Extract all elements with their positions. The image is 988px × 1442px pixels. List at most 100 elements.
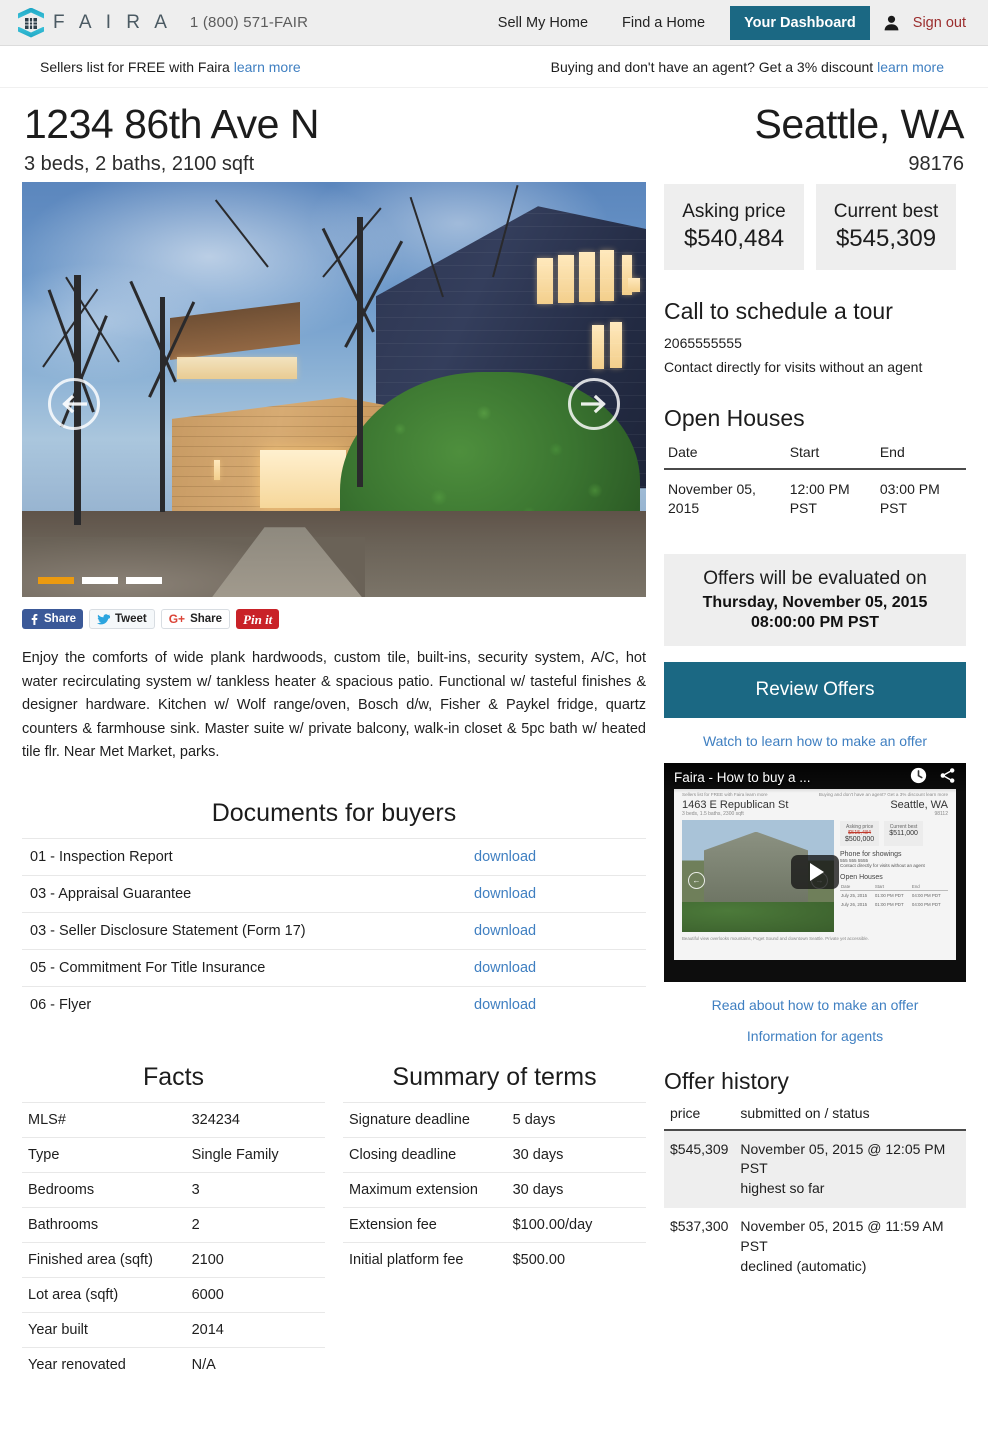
content-columns: Share Tweet G+ Share Pin it Enjoy the co… [0, 182, 988, 1382]
video-play-button[interactable] [791, 855, 839, 890]
video-thumb-zip: 98112 [934, 810, 948, 817]
table-row: 03 - Appraisal Guarantee download [22, 874, 646, 913]
offer-how-to-video[interactable]: Sellers list for FREE with Faira learn m… [664, 762, 966, 982]
table-row: July 26, 2015 01:00 PM PDT 04:00 PM PDT [840, 900, 948, 909]
carousel-indicators[interactable] [38, 577, 162, 585]
table-row: 01 - Inspection Report download [22, 837, 646, 876]
carousel-indicator-3[interactable] [126, 577, 162, 585]
video-thumb-phone-heading: Phone for showings [840, 850, 902, 858]
open-house-col-start: Start [785, 439, 876, 470]
document-name: 03 - Appraisal Guarantee [22, 874, 466, 913]
photo-lit-entry [260, 450, 346, 509]
fact-key: Lot area (sqft) [22, 1276, 186, 1313]
table-row: Type Single Family [22, 1136, 325, 1173]
table-row: July 25, 2015 01:00 PM PDT 04:00 PM PDT [840, 891, 948, 901]
listing-summary: 3 beds, 2 baths, 2100 sqft [24, 153, 255, 176]
term-key: Initial platform fee [343, 1241, 507, 1277]
term-key: Signature deadline [343, 1101, 507, 1138]
facebook-icon [31, 613, 38, 625]
table-row: $537,300 November 05, 2015 @ 11:59 AM PS… [664, 1208, 966, 1285]
video-thumb-row-date: July 25, 2015 [841, 893, 868, 899]
video-thumb-row-date: July 26, 2015 [841, 902, 868, 908]
user-account-icon[interactable] [884, 15, 899, 31]
nav-sign-out[interactable]: Sign out [909, 15, 966, 31]
nav-sell-my-home[interactable]: Sell My Home [481, 15, 605, 31]
promo-strip: Sellers list for FREE with Faira learn m… [0, 46, 988, 88]
tour-phone[interactable]: 2065555555 [664, 333, 966, 353]
photo-window-strip [177, 357, 297, 380]
review-offers-button[interactable]: Review Offers [664, 661, 966, 718]
promo-left-link[interactable]: learn more [234, 59, 301, 75]
brand-logo[interactable]: F A I R A [18, 7, 172, 38]
current-best-value: $545,309 [835, 225, 937, 253]
clock-icon[interactable] [910, 767, 927, 789]
carousel-indicator-1[interactable] [38, 577, 74, 585]
offer-history-table: price submitted on / status $545,309 Nov… [664, 1100, 966, 1286]
open-house-col-date: Date [664, 439, 786, 470]
document-download-link[interactable]: download [474, 886, 536, 902]
document-download-link[interactable]: download [474, 923, 536, 939]
document-name: 05 - Commitment For Title Insurance [22, 948, 466, 987]
facebook-share-button[interactable]: Share [22, 609, 83, 630]
video-thumb-footer: Beautiful view overlooks mountains, Puge… [682, 935, 869, 941]
offer-submitted-on: November 05, 2015 @ 12:05 PM PST [740, 1140, 946, 1177]
price-boxes: Asking price $540,484 Current best $545,… [664, 184, 966, 271]
video-thumb-col-start: Start [873, 883, 911, 892]
video-thumb-address: 1463 E Republican St [682, 798, 789, 811]
documents-heading: Documents for buyers [211, 798, 457, 827]
video-thumb-asking-old: $515,484 [848, 829, 872, 836]
nav-find-a-home[interactable]: Find a Home [605, 15, 722, 31]
fact-value: 324234 [185, 1101, 325, 1138]
promo-right-link[interactable]: learn more [877, 59, 944, 75]
brand-name: F A I R A [53, 11, 172, 33]
nav-your-dashboard[interactable]: Your Dashboard [730, 5, 870, 40]
pinterest-share-button[interactable]: Pin it [236, 609, 280, 630]
document-download-link[interactable]: download [474, 997, 536, 1013]
fact-value: 3 [185, 1171, 325, 1208]
site-header: F A I R A 1 (800) 571-FAIR Sell My Home … [0, 0, 988, 46]
term-value: 30 days [506, 1171, 646, 1208]
googleplus-share-label: Share [190, 612, 223, 625]
table-row: 03 - Seller Disclosure Statement (Form 1… [22, 911, 646, 950]
open-houses-table: Date Start End November 05, 2015 12:00 P… [664, 439, 966, 528]
table-row: Initial platform fee $500.00 [343, 1241, 646, 1277]
facts-section: Facts MLS# 324234 Type Single Family Bedro… [22, 1029, 325, 1382]
video-thumb-row-start: 01:00 PM PDT [874, 902, 904, 908]
carousel-next-button[interactable] [568, 378, 620, 431]
document-name: 06 - Flyer [22, 985, 466, 1023]
video-thumb-open-heading: Open Houses [840, 874, 883, 882]
offer-price: $537,300 [670, 1218, 729, 1235]
header-phone[interactable]: 1 (800) 571-FAIR [190, 14, 308, 31]
main-nav: Sell My Home Find a Home Your Dashboard … [481, 5, 966, 40]
property-photo-carousel[interactable] [22, 182, 646, 598]
listing-title-row: 1234 86th Ave N 3 beds, 2 baths, 2100 sq… [0, 88, 988, 182]
video-thumb-title-row: 1463 E Republican St 3 beds, 1.5 baths, … [674, 798, 956, 818]
open-house-end: 03:00 PM PST [879, 480, 940, 516]
fact-key: Bedrooms [22, 1171, 186, 1208]
video-thumb-col-end: End [910, 883, 948, 892]
googleplus-share-button[interactable]: G+ Share [160, 609, 231, 630]
open-house-start: 12:00 PM PST [789, 480, 850, 516]
document-name: 03 - Seller Disclosure Statement (Form 1… [22, 911, 466, 950]
document-download-link[interactable]: download [474, 960, 536, 976]
table-row: Maximum extension 30 days [343, 1171, 646, 1208]
video-title[interactable]: Faira - How to buy a ... [674, 770, 811, 785]
tour-note: Contact directly for visits without an a… [664, 358, 923, 375]
agent-info-link[interactable]: Information for agents [664, 1028, 966, 1044]
video-thumb-asking-value: $500,000 [845, 835, 875, 843]
main-column: Share Tweet G+ Share Pin it Enjoy the co… [22, 182, 646, 1382]
fact-value: 2 [185, 1206, 325, 1243]
carousel-prev-button[interactable] [48, 378, 100, 431]
video-thumb-open-table: Date Start End July 25, 2015 01:00 PM PD… [840, 883, 948, 909]
pinterest-share-label: Pin it [243, 611, 273, 627]
table-row: 06 - Flyer download [22, 985, 646, 1023]
twitter-share-button[interactable]: Tweet [88, 609, 155, 630]
offer-history-heading: Offer history [664, 1067, 789, 1094]
read-offer-guide-link[interactable]: Read about how to make an offer [664, 997, 966, 1013]
watch-offer-video-link[interactable]: Watch to learn how to make an offer [664, 733, 966, 749]
table-header-row: Date Start End [664, 439, 966, 470]
document-download-link[interactable]: download [474, 849, 536, 865]
share-icon[interactable] [939, 767, 956, 789]
carousel-indicator-2[interactable] [82, 577, 118, 585]
table-header-row: Date Start End [840, 883, 948, 892]
